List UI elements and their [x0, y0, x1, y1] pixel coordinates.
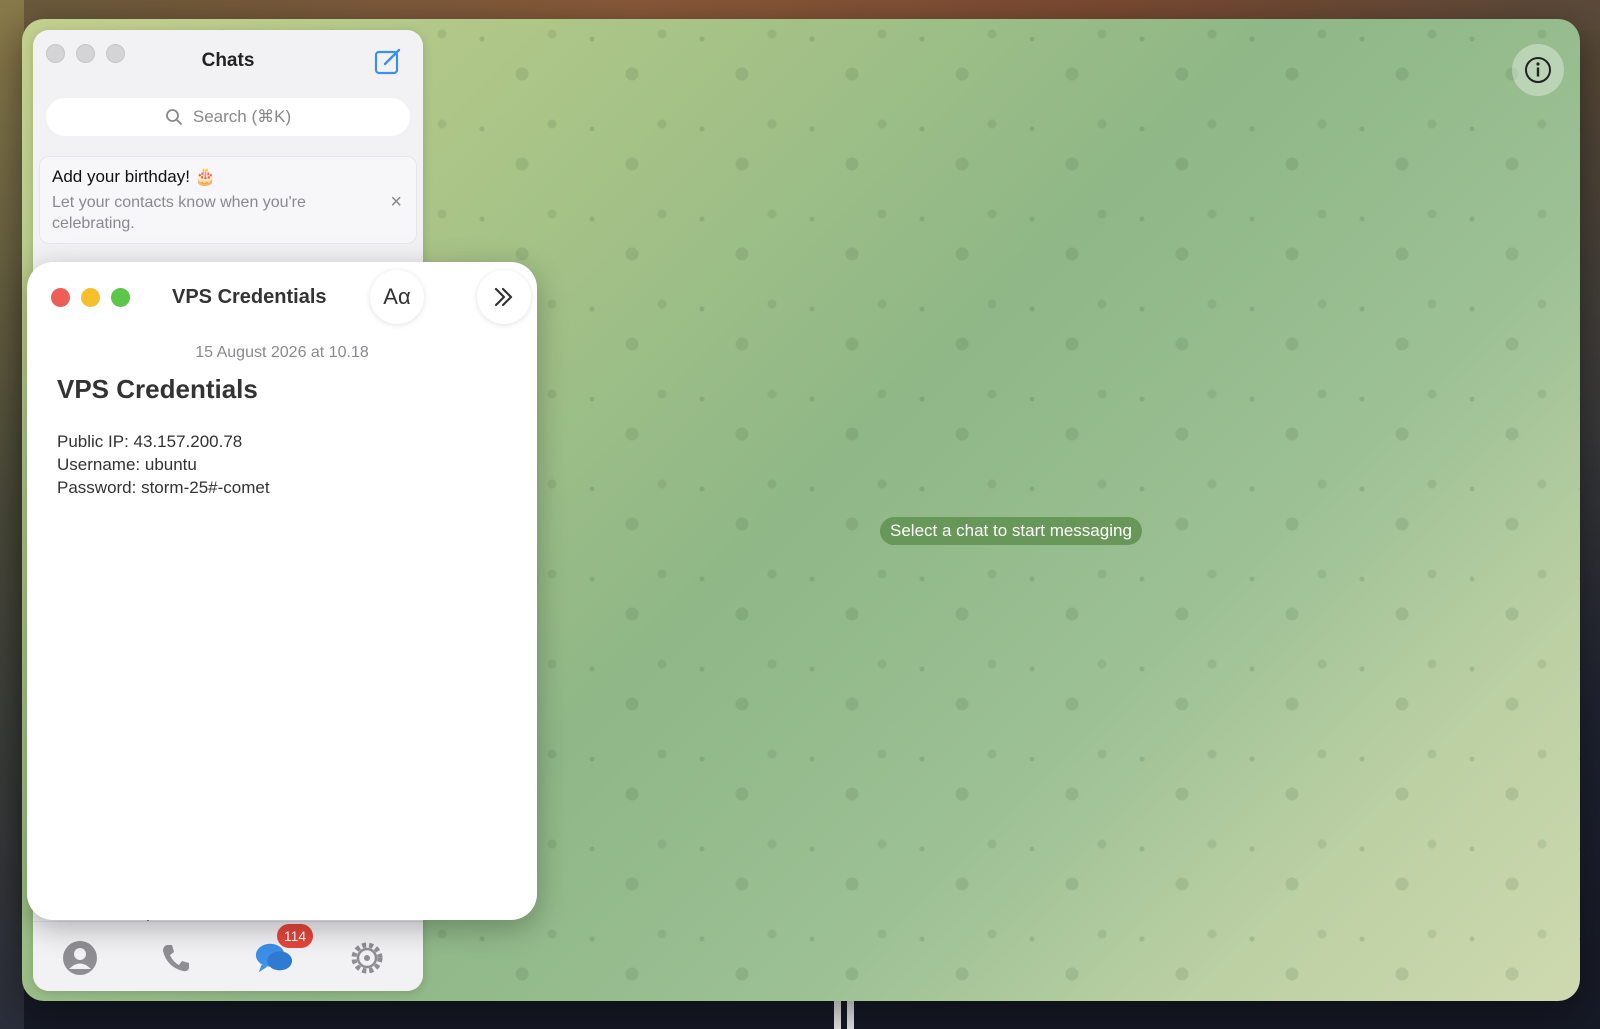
- note-line: Username: ubuntu: [57, 455, 197, 474]
- close-window-button[interactable]: [51, 288, 70, 307]
- note-date: 15 August 2026 at 10.18: [195, 344, 369, 361]
- forward-button[interactable]: [477, 270, 531, 324]
- note-line: Password: storm-25#-comet: [57, 478, 270, 497]
- gear-icon: [351, 942, 383, 974]
- birthday-suggestion-card[interactable]: Add your birthday! 🎂 Let your contacts k…: [39, 156, 417, 244]
- unread-badge: 114: [277, 924, 313, 948]
- chats-title: Chats: [201, 50, 255, 71]
- search-input[interactable]: Search (⌘K): [46, 98, 410, 136]
- close-icon[interactable]: ×: [390, 191, 402, 214]
- search-placeholder: Search (⌘K): [192, 107, 292, 126]
- tab-contacts[interactable]: [60, 938, 100, 978]
- double-chevron-right-icon: [494, 287, 513, 307]
- note-popup-window: VPS Credentials Aα 15 August 2026 at 10.…: [27, 262, 537, 920]
- minimize-window-button[interactable]: [81, 288, 100, 307]
- tab-settings[interactable]: [347, 938, 387, 978]
- info-button[interactable]: [1512, 44, 1564, 96]
- tab-calls[interactable]: [156, 938, 196, 978]
- phone-icon: [163, 945, 189, 972]
- note-heading: VPS Credentials: [57, 374, 258, 404]
- desktop-wallpaper-left: [0, 0, 24, 1029]
- note-window-title: VPS Credentials: [172, 286, 327, 308]
- note-line: Public IP: 43.157.200.78: [57, 432, 243, 451]
- zoom-window-button[interactable]: [111, 288, 130, 307]
- note-body: Public IP: 43.157.200.78 Username: ubunt…: [57, 430, 270, 499]
- empty-state-pill: Select a chat to start messaging: [880, 517, 1142, 545]
- window-controls: [51, 288, 130, 307]
- compose-button[interactable]: [373, 46, 403, 76]
- compose-icon: [374, 48, 401, 75]
- info-icon: [1525, 57, 1551, 83]
- tab-bar: 114: [33, 921, 423, 991]
- person-icon: [63, 941, 97, 975]
- search-icon: [165, 109, 182, 125]
- font-size-button[interactable]: Aα: [370, 270, 424, 324]
- desktop-decoration: [834, 1000, 856, 1029]
- birthday-text: Let your contacts know when you're celeb…: [52, 194, 306, 232]
- birthday-title: Add your birthday! 🎂: [52, 167, 216, 186]
